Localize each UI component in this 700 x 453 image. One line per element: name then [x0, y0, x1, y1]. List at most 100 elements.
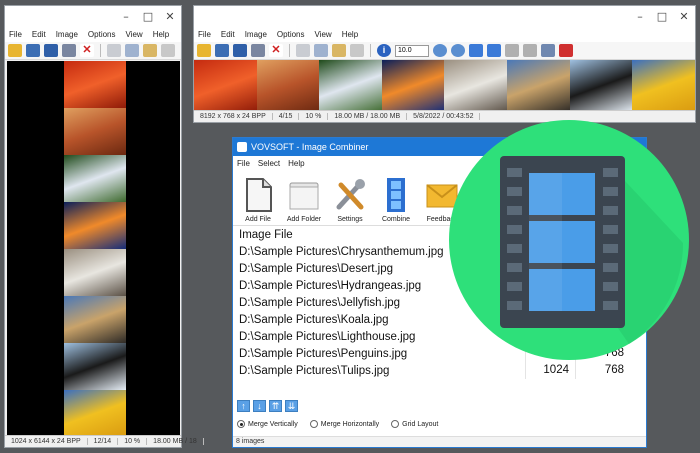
- settings-label: Settings: [337, 216, 363, 223]
- menu-file[interactable]: File: [198, 30, 211, 39]
- menu-file[interactable]: File: [9, 30, 22, 39]
- menu-help[interactable]: Help: [153, 30, 169, 39]
- minimize-button[interactable]: –: [629, 10, 651, 23]
- copy-icon[interactable]: [314, 44, 328, 57]
- add-folder-button[interactable]: Add Folder: [281, 177, 327, 225]
- open-folder-icon[interactable]: [197, 44, 211, 57]
- window-title: VOVSOFT - Image Combiner: [251, 142, 369, 152]
- radio-dot[interactable]: [309, 420, 318, 428]
- save-icon[interactable]: [233, 44, 247, 57]
- delete-icon[interactable]: ✕: [80, 44, 94, 57]
- menu-options[interactable]: Options: [88, 30, 116, 39]
- open-folder-icon[interactable]: [8, 44, 22, 57]
- menu-edit[interactable]: Edit: [32, 30, 46, 39]
- film-hole: [603, 244, 618, 253]
- info-icon[interactable]: i: [377, 44, 391, 57]
- thumbnail-hydrangeas: [64, 155, 126, 202]
- thumbnails-icon[interactable]: [215, 44, 229, 57]
- film-hole: [507, 206, 522, 215]
- copy-icon[interactable]: [125, 44, 139, 57]
- settings-icon[interactable]: [541, 44, 555, 57]
- menu-view[interactable]: View: [315, 30, 332, 39]
- menu-file[interactable]: File: [237, 159, 250, 168]
- page-last-icon[interactable]: [523, 44, 537, 57]
- maximize-button[interactable]: □: [651, 10, 673, 23]
- menu-image[interactable]: Image: [56, 30, 78, 39]
- toolbar-separator: [100, 44, 101, 57]
- add-file-button[interactable]: Add File: [235, 177, 281, 225]
- close-button[interactable]: ✕: [673, 10, 695, 23]
- menu-options[interactable]: Options: [277, 30, 305, 39]
- menu-edit[interactable]: Edit: [221, 30, 235, 39]
- film-hole: [507, 263, 522, 272]
- menu-select[interactable]: Select: [258, 159, 280, 168]
- status-memory: 18.00 MB / 18.00 MB: [328, 113, 408, 120]
- menu-help[interactable]: Help: [288, 159, 304, 168]
- grid-layout-radio[interactable]: Grid Layout: [391, 420, 438, 428]
- delete-icon[interactable]: ✕: [269, 44, 283, 57]
- title-bar: – □ ✕: [194, 6, 695, 26]
- file-icon: [246, 178, 272, 212]
- move-up-button[interactable]: ↑: [237, 400, 250, 412]
- toolbar: ✕: [5, 42, 181, 60]
- status-dimensions: 8192 x 768 x 24 BPP: [194, 113, 273, 120]
- zoom-in-icon[interactable]: [433, 44, 447, 57]
- save-icon[interactable]: [44, 44, 58, 57]
- thumbnail-lighthouse: [506, 60, 570, 112]
- merge-vertically-radio[interactable]: Merge Vertically: [237, 420, 298, 428]
- thumbnails-icon[interactable]: [26, 44, 40, 57]
- move-down-button[interactable]: ↓: [253, 400, 266, 412]
- table-row[interactable]: D:\Sample Pictures\Tulips.jpg 1024 768: [235, 362, 642, 379]
- merge-vertically-label: Merge Vertically: [248, 420, 298, 428]
- arrow-right-icon[interactable]: [487, 44, 501, 57]
- toolbar-separator: [370, 44, 371, 57]
- merge-horizontally-radio[interactable]: Merge Horizontally: [309, 420, 379, 428]
- paste-icon[interactable]: [143, 44, 157, 57]
- add-folder-label: Add Folder: [286, 216, 322, 223]
- toolbar-separator: [289, 44, 290, 57]
- status-bar: 8 images: [233, 436, 646, 447]
- film-icon: [387, 178, 405, 212]
- menu-bar: File Edit Image Options View Help: [5, 26, 181, 42]
- close-button[interactable]: ✕: [159, 10, 181, 23]
- radio-dot[interactable]: [237, 420, 245, 428]
- tools-icon: [336, 179, 365, 210]
- settings-button[interactable]: Settings: [327, 177, 373, 225]
- paste-icon[interactable]: [332, 44, 346, 57]
- move-top-button[interactable]: ⇈: [269, 400, 282, 412]
- film-hole: [507, 225, 522, 234]
- cut-icon[interactable]: [296, 44, 310, 57]
- image-canvas[interactable]: [7, 61, 180, 437]
- menu-image[interactable]: Image: [245, 30, 267, 39]
- radio-dot[interactable]: [391, 420, 400, 428]
- menu-help[interactable]: Help: [342, 30, 358, 39]
- print-icon[interactable]: [251, 44, 265, 57]
- status-index: 12/14: [88, 438, 119, 445]
- thumbnail-tulips: [64, 390, 126, 437]
- combine-button[interactable]: Combine: [373, 177, 419, 225]
- film-hole: [603, 301, 618, 310]
- film-hole: [603, 168, 618, 177]
- undo-icon[interactable]: [161, 44, 175, 57]
- page-first-icon[interactable]: [505, 44, 519, 57]
- menu-bar: File Edit Image Options View Help: [194, 26, 695, 42]
- thumbnail-koala: [64, 249, 126, 296]
- arrow-left-icon[interactable]: [469, 44, 483, 57]
- film-hole: [507, 301, 522, 310]
- status-index: 4/15: [273, 113, 300, 120]
- print-icon[interactable]: [62, 44, 76, 57]
- move-bottom-button[interactable]: ⇊: [285, 400, 298, 412]
- menu-view[interactable]: View: [126, 30, 143, 39]
- exit-icon[interactable]: [559, 44, 573, 57]
- zoom-out-icon[interactable]: [451, 44, 465, 57]
- minimize-button[interactable]: –: [115, 10, 137, 23]
- image-canvas[interactable]: [194, 60, 695, 112]
- zoom-select[interactable]: 10.0: [395, 44, 429, 57]
- title-bar: – □ ✕: [5, 6, 181, 26]
- undo-icon[interactable]: [350, 44, 364, 57]
- maximize-button[interactable]: □: [137, 10, 159, 23]
- combine-label: Combine: [381, 216, 410, 223]
- thumbnail-jellyfish: [381, 60, 445, 112]
- cut-icon[interactable]: [107, 44, 121, 57]
- status-zoom: 10 %: [299, 113, 329, 120]
